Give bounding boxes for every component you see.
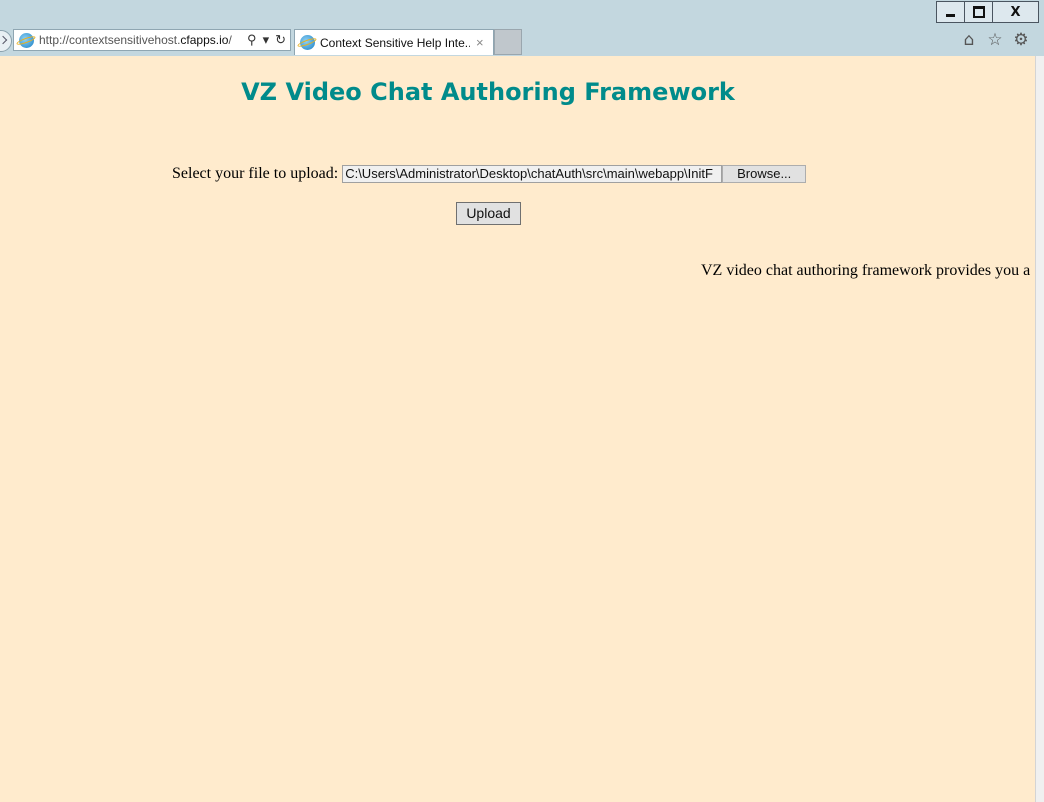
refresh-icon[interactable]: ↻ <box>275 32 286 48</box>
home-icon[interactable]: ⌂ <box>960 30 978 50</box>
back-button[interactable] <box>0 30 12 52</box>
dropdown-icon[interactable]: ▾ <box>263 32 270 48</box>
toolbar-icons: ⌂ ☆ ⚙ <box>960 30 1030 50</box>
favorites-star-icon[interactable]: ☆ <box>986 30 1004 50</box>
upload-form-row: Select your file to upload: C:\Users\Adm… <box>172 165 807 183</box>
maximize-button[interactable] <box>965 2 993 22</box>
upload-button[interactable]: Upload <box>456 202 521 225</box>
close-icon: X <box>1010 4 1021 20</box>
scrollbar[interactable] <box>1035 56 1044 802</box>
tab-context-help[interactable]: Context Sensitive Help Inte... × <box>294 29 494 55</box>
minimize-icon <box>946 13 955 17</box>
address-bar[interactable]: http://contextsensitivehost.cfapps.io/ ⚲… <box>13 29 291 51</box>
address-tools: ⚲ ▾ ↻ <box>247 32 286 48</box>
tab-close-icon[interactable]: × <box>476 35 484 50</box>
tab-title: Context Sensitive Help Inte... <box>320 35 470 50</box>
upload-label: Select your file to upload: <box>172 165 339 182</box>
marquee-text: VZ video chat authoring framework provid… <box>701 262 1031 279</box>
file-path-field[interactable]: C:\Users\Administrator\Desktop\chatAuth\… <box>342 165 723 183</box>
close-window-button[interactable]: X <box>993 2 1038 22</box>
settings-gear-icon[interactable]: ⚙ <box>1012 30 1030 50</box>
minimize-button[interactable] <box>937 2 965 22</box>
window-controls: X <box>936 1 1039 23</box>
address-url-domain: cfapps.io <box>180 33 229 47</box>
browser-chrome: X http://contextsensitivehost.cfapps.io/… <box>0 0 1044 56</box>
address-url-prefix: http://contextsensitivehost. <box>39 33 181 47</box>
page-title: VZ Video Chat Authoring Framework <box>241 78 735 106</box>
address-url-suffix: / <box>228 33 232 47</box>
search-icon[interactable]: ⚲ <box>247 32 257 48</box>
maximize-icon <box>972 6 985 18</box>
ie-logo-icon <box>19 32 34 48</box>
page-content: VZ Video Chat Authoring Framework Select… <box>0 56 1035 802</box>
address-url: http://contextsensitivehost.cfapps.io/ <box>39 33 232 47</box>
ie-logo-icon <box>300 35 315 50</box>
new-tab-button[interactable] <box>494 29 522 55</box>
browse-button[interactable]: Browse... <box>722 165 807 183</box>
